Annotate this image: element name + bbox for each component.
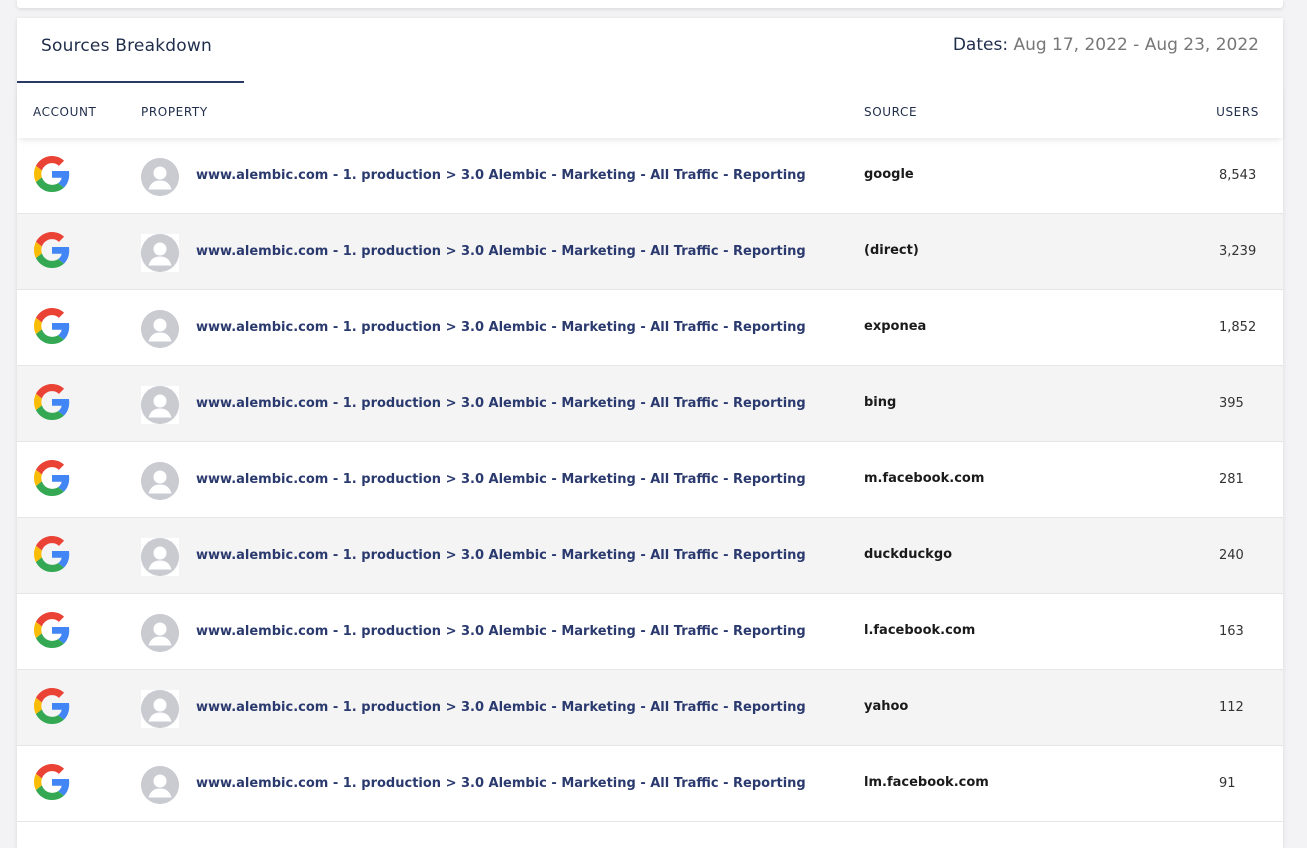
- property-avatar-frame: [141, 462, 179, 500]
- property-link[interactable]: www.alembic.com - 1. production > 3.0 Al…: [196, 700, 806, 715]
- source-name: duckduckgo: [864, 547, 953, 562]
- panel-header: Sources Breakdown Dates: Aug 17, 2022 - …: [17, 18, 1283, 83]
- source-name: m.facebook.com: [864, 471, 985, 486]
- source-name: bing: [864, 395, 897, 410]
- user-avatar-icon: [141, 310, 179, 348]
- property-link[interactable]: www.alembic.com - 1. production > 3.0 Al…: [196, 396, 806, 411]
- sources-breakdown-panel: Sources Breakdown Dates: Aug 17, 2022 - …: [17, 18, 1283, 848]
- previous-card: [17, 0, 1283, 8]
- user-avatar-icon: [141, 234, 179, 272]
- users-count: 281: [1219, 472, 1244, 487]
- user-avatar-icon: [141, 386, 179, 424]
- property-link[interactable]: www.alembic.com - 1. production > 3.0 Al…: [196, 320, 806, 335]
- property-avatar-frame: [141, 234, 179, 272]
- source-name: l.facebook.com: [864, 623, 976, 638]
- dates-value: Aug 17, 2022 - Aug 23, 2022: [1013, 35, 1259, 55]
- source-name: (direct): [864, 243, 919, 258]
- user-avatar-icon: [141, 690, 179, 728]
- property-avatar-frame: [141, 690, 179, 728]
- google-icon: [34, 764, 70, 800]
- tab-sources-breakdown[interactable]: Sources Breakdown: [41, 36, 212, 56]
- property-avatar-frame: [141, 538, 179, 576]
- user-avatar-icon: [141, 538, 179, 576]
- date-range: Dates: Aug 17, 2022 - Aug 23, 2022: [953, 35, 1259, 55]
- users-count: 3,239: [1219, 244, 1257, 259]
- source-name: yahoo: [864, 699, 909, 714]
- table-row[interactable]: www.alembic.com - 1. production > 3.0 Al…: [17, 214, 1283, 290]
- google-icon: [34, 384, 70, 420]
- user-avatar-icon: [141, 766, 179, 804]
- property-link[interactable]: www.alembic.com - 1. production > 3.0 Al…: [196, 168, 806, 183]
- table-header: ACCOUNT PROPERTY SOURCE USERS: [17, 83, 1283, 138]
- source-name: exponea: [864, 319, 927, 334]
- user-avatar-icon: [141, 614, 179, 652]
- users-count: 1,852: [1219, 320, 1257, 335]
- table-row[interactable]: www.alembic.com - 1. production > 3.0 Al…: [17, 670, 1283, 746]
- source-name: google: [864, 167, 914, 182]
- table-row[interactable]: www.alembic.com - 1. production > 3.0 Al…: [17, 366, 1283, 442]
- property-link[interactable]: www.alembic.com - 1. production > 3.0 Al…: [196, 624, 806, 639]
- property-avatar-frame: [141, 614, 179, 652]
- google-icon: [34, 536, 70, 572]
- column-header-property[interactable]: PROPERTY: [141, 105, 208, 119]
- users-count: 91: [1219, 776, 1236, 791]
- property-link[interactable]: www.alembic.com - 1. production > 3.0 Al…: [196, 776, 806, 791]
- source-name: lm.facebook.com: [864, 775, 989, 790]
- google-icon: [34, 460, 70, 496]
- property-avatar-frame: [141, 310, 179, 348]
- column-header-source[interactable]: SOURCE: [864, 105, 917, 119]
- table-row[interactable]: www.alembic.com - 1. production > 3.0 Al…: [17, 138, 1283, 214]
- google-icon: [34, 308, 70, 344]
- user-avatar-icon: [141, 462, 179, 500]
- users-count: 8,543: [1219, 168, 1257, 183]
- table-row[interactable]: www.alembic.com - 1. production > 3.0 Al…: [17, 442, 1283, 518]
- dates-label: Dates:: [952, 35, 1009, 55]
- google-icon: [34, 612, 70, 648]
- users-count: 395: [1219, 396, 1244, 411]
- property-link[interactable]: www.alembic.com - 1. production > 3.0 Al…: [196, 472, 806, 487]
- users-count: 112: [1219, 700, 1244, 715]
- table-body: www.alembic.com - 1. production > 3.0 Al…: [17, 138, 1283, 822]
- property-avatar-frame: [141, 158, 179, 196]
- table-row[interactable]: www.alembic.com - 1. production > 3.0 Al…: [17, 746, 1283, 822]
- table-row[interactable]: www.alembic.com - 1. production > 3.0 Al…: [17, 594, 1283, 670]
- google-icon: [34, 688, 70, 724]
- user-avatar-icon: [141, 158, 179, 196]
- users-count: 163: [1219, 624, 1244, 639]
- property-avatar-frame: [141, 386, 179, 424]
- table-row[interactable]: www.alembic.com - 1. production > 3.0 Al…: [17, 290, 1283, 366]
- users-count: 240: [1219, 548, 1244, 563]
- property-link[interactable]: www.alembic.com - 1. production > 3.0 Al…: [196, 244, 806, 259]
- property-link[interactable]: www.alembic.com - 1. production > 3.0 Al…: [196, 548, 806, 563]
- column-header-account[interactable]: ACCOUNT: [33, 105, 97, 119]
- column-header-users[interactable]: USERS: [1216, 105, 1259, 119]
- property-avatar-frame: [141, 766, 179, 804]
- google-icon: [34, 232, 70, 268]
- table-row[interactable]: www.alembic.com - 1. production > 3.0 Al…: [17, 518, 1283, 594]
- google-icon: [34, 156, 70, 192]
